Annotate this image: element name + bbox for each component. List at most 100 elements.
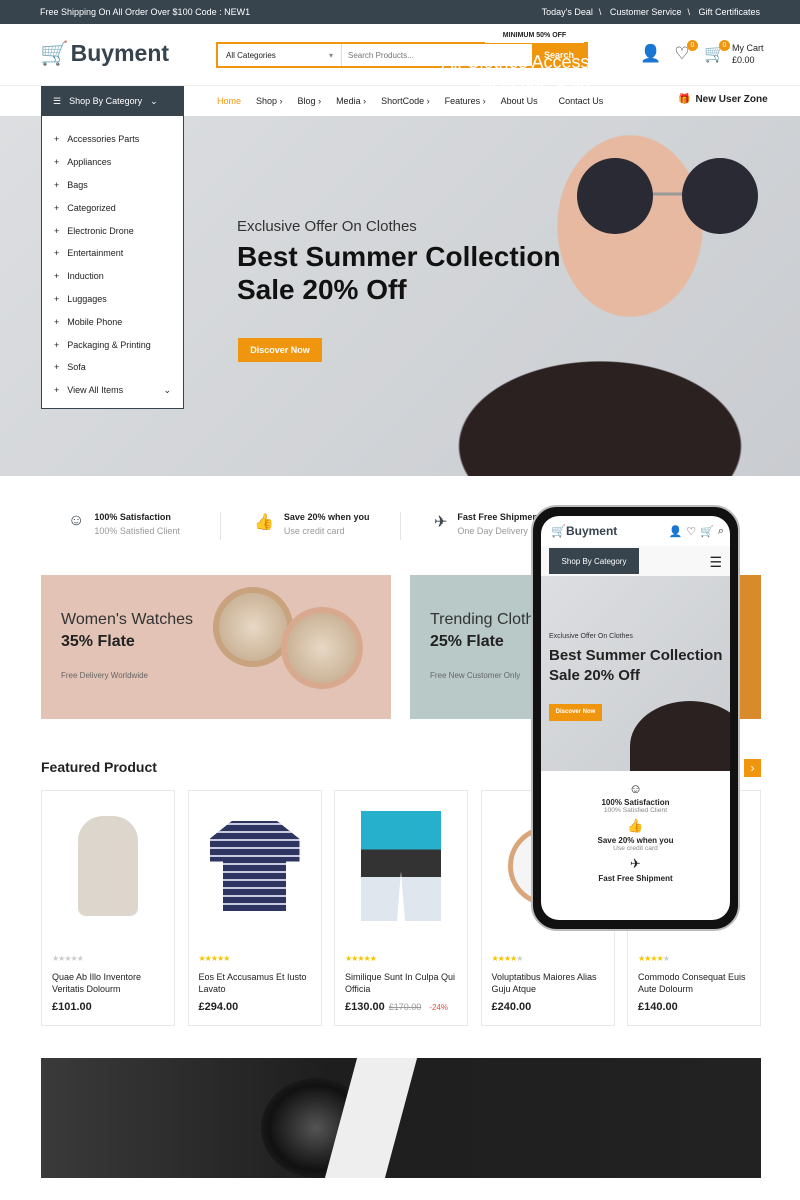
search-icon[interactable]: ⌕ [718, 525, 724, 538]
old-price: £170.00 [388, 1002, 422, 1012]
feature-save: 👍 Save 20% when you Use credit card [254, 512, 369, 536]
category-item[interactable]: + Bags [54, 174, 171, 197]
chevron-down-icon: ⌄ [163, 384, 171, 395]
caret-down-icon: ▾ [328, 50, 333, 60]
wishlist-icon[interactable]: ♡ 0 [672, 40, 698, 64]
plus-icon: + [54, 271, 60, 282]
product-name[interactable]: Similique Sunt In Culpa Qui Officia [345, 971, 463, 995]
banner-womens-watches[interactable]: Women's Watches 35% Flate Free Delivery … [41, 575, 391, 719]
product-price: £294.00 [199, 1001, 239, 1013]
gift-icon: 🎁 [678, 94, 691, 105]
rating: ★★★★★ [345, 954, 377, 963]
link-todays-deal[interactable]: Today's Deal [542, 7, 593, 17]
discount-pill: MINIMUM 50% OFF [485, 28, 584, 43]
rating: ★★★★★ [492, 954, 524, 963]
cart-icon[interactable]: 🛒 [700, 525, 714, 538]
banner-offer: 35% Flate [61, 633, 135, 650]
cart-icon[interactable]: 🛒 0 [704, 40, 730, 64]
shop-by-category-button[interactable]: ☰ Shop By Category ⌄ [41, 86, 184, 116]
discount: -24% [429, 1003, 448, 1012]
plus-icon: + [54, 385, 60, 396]
promo-line: Watches Sale [479, 76, 591, 96]
category-item[interactable]: + Accessories Parts [54, 128, 171, 151]
mobile-category-button[interactable]: Shop By Category [549, 548, 639, 574]
mobile-hero-title: Best Summer Collection [549, 647, 723, 664]
category-label: Electronic Drone [67, 225, 134, 236]
category-item[interactable]: + Mobile Phone [54, 310, 171, 333]
rating: ★★★★★ [638, 954, 670, 963]
category-item[interactable]: + Appliances [54, 151, 171, 174]
category-item[interactable]: + Packaging & Printing [54, 333, 171, 356]
category-item[interactable]: + Luggages [54, 288, 171, 311]
category-label: Entertainment [67, 248, 124, 259]
banner-title: Women's Watches [61, 611, 193, 628]
next-arrow-button[interactable]: › [744, 759, 761, 777]
link-gift-certificates[interactable]: Gift Certificates [698, 7, 760, 17]
feature-sub: Use credit card [613, 845, 658, 852]
product-name[interactable]: Commodo Consequat Euis Aute Dolourm [638, 971, 756, 995]
wishlist-icon[interactable]: ♡ [686, 525, 696, 538]
product-price: £130.00 £170.00 -24% [345, 1001, 448, 1013]
feature-sub: 100% Satisfied Client [94, 526, 180, 536]
product-name[interactable]: Eos Et Accusamus Et Iusto Lavato [199, 971, 317, 995]
banner-note: Free Delivery Worldwide [61, 671, 148, 680]
product-name[interactable]: Voluptatibus Maiores Alias Guju Atque [492, 971, 610, 995]
promo-banner[interactable] [41, 1058, 761, 1178]
new-user-label: New User Zone [695, 94, 768, 105]
logo-text: Buyment [565, 524, 618, 538]
category-item[interactable]: + View All Items ⌄ [54, 379, 171, 402]
plus-icon: + [54, 179, 60, 190]
product-image[interactable] [189, 791, 321, 941]
price: £140.00 [638, 1001, 678, 1013]
divider [220, 512, 221, 540]
user-icon[interactable]: 👤 [669, 525, 683, 538]
plus-icon: + [54, 316, 60, 327]
featured-product-title: Featured Product [41, 759, 157, 775]
cart-summary[interactable]: My Cart £0.00 [732, 42, 764, 66]
category-item[interactable]: + Categorized [54, 196, 171, 219]
new-user-zone-link[interactable]: 🎁 New User Zone [678, 94, 768, 105]
mobile-discover-button[interactable]: Discover Now [549, 704, 602, 721]
menu-icon: ☰ [53, 95, 62, 106]
category-item[interactable]: + Electronic Drone [54, 219, 171, 242]
category-item[interactable]: + Sofa [54, 356, 171, 379]
hero-subtitle: Exclusive Offer On Clothes [237, 218, 417, 235]
logo[interactable]: 🛒 Buyment [40, 40, 169, 67]
mobile-hero-subtitle: Exclusive Offer On Clothes [549, 633, 633, 640]
product-card[interactable]: ★★★★★ Eos Et Accusamus Et Iusto Lavato £29… [187, 790, 322, 1026]
feature-title: Fast Free Shipment [598, 874, 673, 883]
category-item[interactable]: + Induction [54, 265, 171, 288]
hamburger-icon[interactable]: ☰ [709, 554, 722, 571]
nav-home[interactable]: Home [217, 96, 241, 106]
discover-now-button[interactable]: Discover Now [238, 338, 322, 362]
star-icon: ★ [662, 954, 670, 963]
nav-media[interactable]: Media › [336, 96, 366, 106]
link-customer-service[interactable]: Customer Service [610, 7, 682, 17]
category-item[interactable]: + Entertainment [54, 242, 171, 265]
product-name[interactable]: Quae Ab Illo Inventore Veritatis Dolourm [52, 971, 170, 995]
nav-blog[interactable]: Blog › [298, 96, 322, 106]
divider [400, 512, 401, 540]
cart-logo-icon: 🛒 [40, 40, 69, 66]
separator: \ [687, 7, 690, 17]
nav-label: Media [336, 96, 361, 106]
nav-label: Shop [256, 96, 278, 106]
smile-icon: ☺ [628, 781, 643, 796]
plane-icon: ✈ [630, 856, 641, 871]
nav-shop[interactable]: Shop › [256, 96, 283, 106]
product-image[interactable] [335, 791, 467, 941]
mobile-hero: Exclusive Offer On Clothes Best Summer C… [541, 576, 730, 771]
category-dropdown: + Accessories Parts + Appliances + Bags + Categ… [41, 116, 184, 409]
feature-sub: Use credit card [283, 526, 345, 536]
product-card[interactable]: ★★★★★ Quae Ab Illo Inventore Veritatis Do… [41, 790, 175, 1026]
promo-title: All Clothes Accessories Watches Sale [400, 50, 670, 98]
product-image[interactable] [42, 791, 174, 941]
plus-icon: + [54, 362, 60, 373]
category-select[interactable]: All Categories ▾ [218, 44, 342, 66]
plus-icon: + [54, 225, 60, 236]
feature-title: Save 20% when you [283, 512, 370, 522]
plane-icon: ✈ [434, 514, 448, 531]
product-card[interactable]: ★★★★★ Similique Sunt In Culpa Qui Officia… [334, 790, 468, 1026]
feature-shipping: ✈ Fast Free Shipment One Day Delivery [434, 512, 541, 536]
thumbs-up-icon: 👍 [627, 818, 644, 833]
